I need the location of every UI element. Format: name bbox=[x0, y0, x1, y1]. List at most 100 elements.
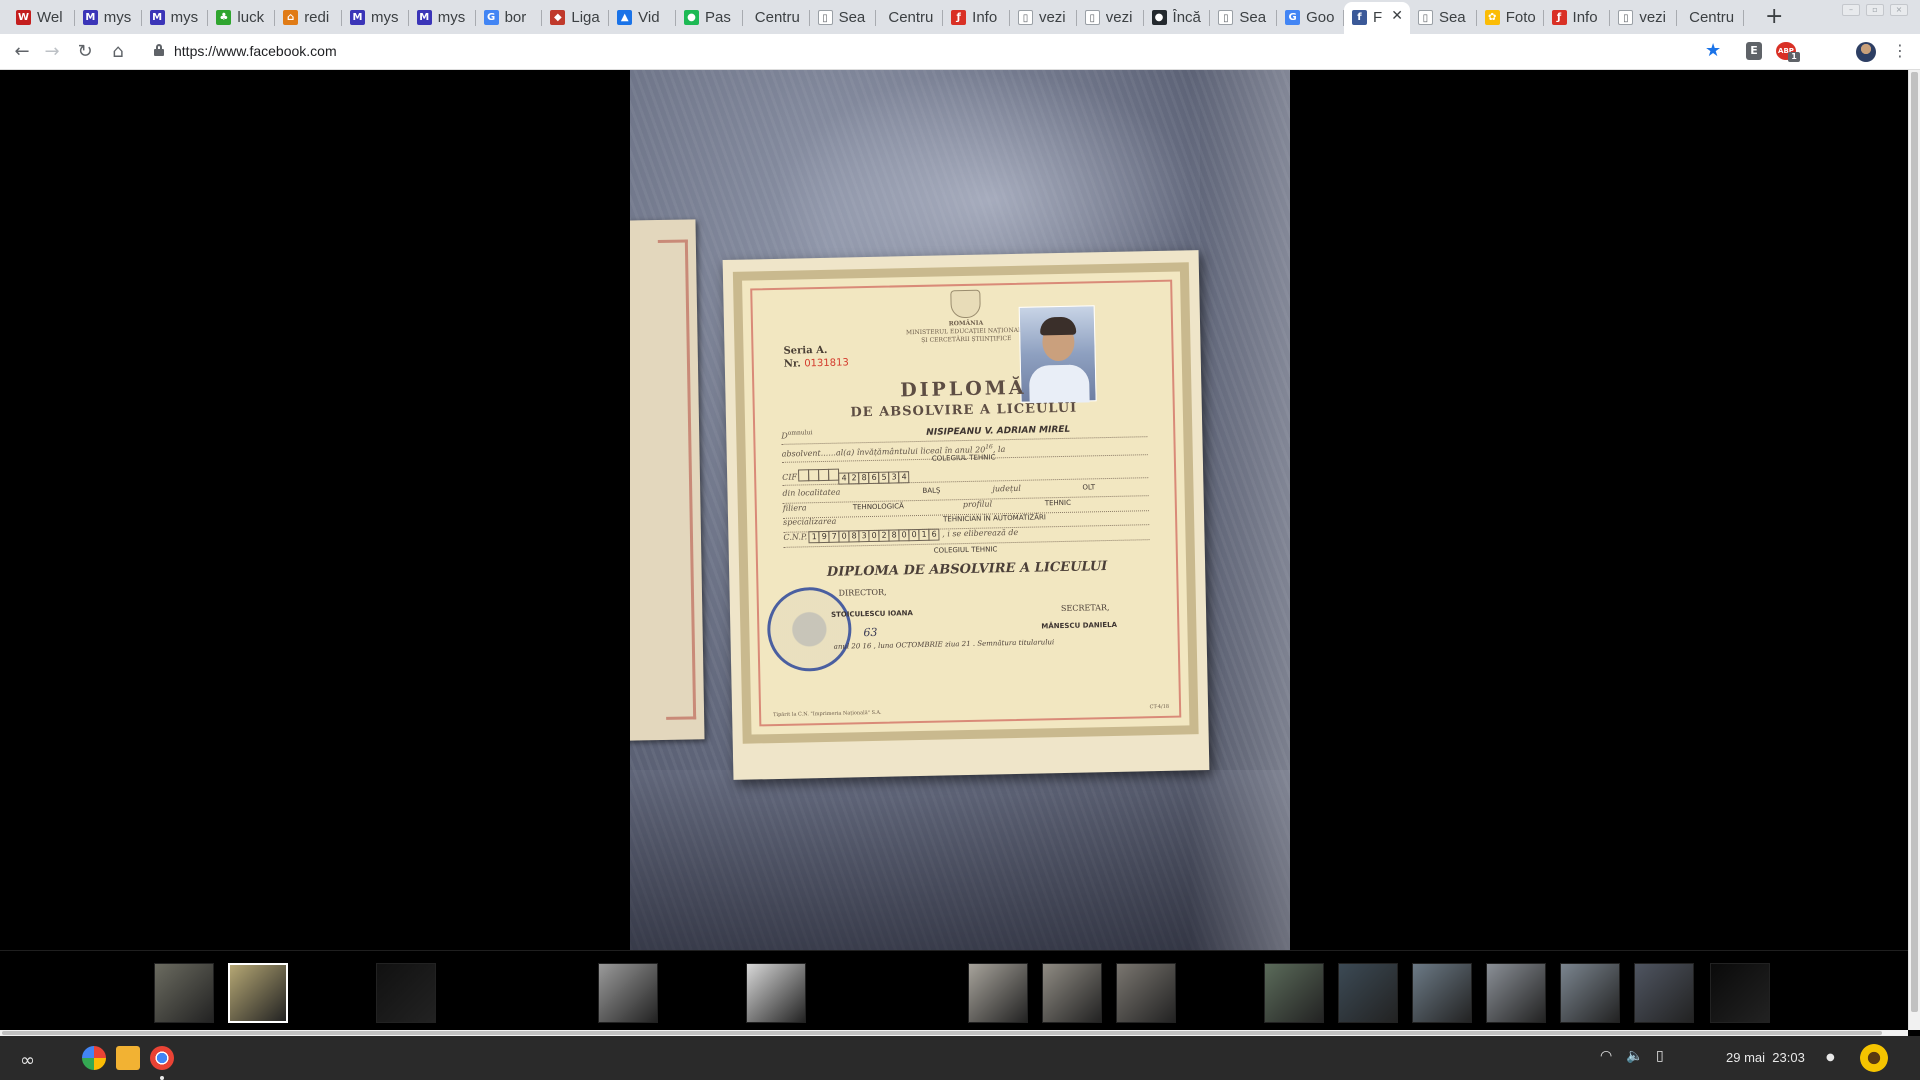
tab-13[interactable]: Centru bbox=[876, 2, 943, 32]
thumb-screenshot[interactable] bbox=[598, 963, 658, 1023]
tab-20[interactable]: f F ✕ bbox=[1343, 2, 1410, 34]
tab-title: vezi bbox=[1105, 9, 1133, 26]
tab-12[interactable]: ▯ Sea bbox=[810, 2, 877, 32]
lock-icon[interactable] bbox=[154, 44, 164, 56]
seria-block: Seria A. Nr. 0131813 bbox=[783, 343, 849, 370]
thumb-diploma-2[interactable] bbox=[228, 963, 288, 1023]
tab-6[interactable]: Mmys bbox=[409, 2, 476, 32]
launcher-icon[interactable]: ∞ bbox=[20, 1050, 35, 1071]
battery-icon[interactable]: ▯ bbox=[1656, 1048, 1664, 1064]
page-icon: ▯ bbox=[1218, 10, 1234, 25]
thumb-diploma-1[interactable] bbox=[154, 963, 214, 1023]
specializare-value: TEHNICIAN ÎN AUTOMATIZĂRI bbox=[943, 513, 1046, 524]
thumb-outdoor-5[interactable] bbox=[1560, 963, 1620, 1023]
thumb-white-page[interactable] bbox=[746, 963, 806, 1023]
notification-dot-icon[interactable]: ● bbox=[1826, 1052, 1835, 1063]
thumb-outdoor-6[interactable] bbox=[1634, 963, 1694, 1023]
tab-5[interactable]: Mmys bbox=[342, 2, 409, 32]
house-icon: ⌂ bbox=[283, 10, 299, 25]
tab-4[interactable]: ⌂ redi bbox=[275, 2, 342, 32]
thumb-outdoor-1[interactable] bbox=[1264, 963, 1324, 1023]
tab-title: redi bbox=[304, 9, 330, 26]
thumb-outdoor-3[interactable] bbox=[1412, 963, 1472, 1023]
tab-24[interactable]: ▯ vezi bbox=[1610, 2, 1677, 32]
tab-2[interactable]: Mmys bbox=[142, 2, 209, 32]
nr-label: Nr. bbox=[783, 358, 801, 370]
tab-23[interactable]: ƒ Info bbox=[1544, 2, 1611, 32]
bookmark-star-icon[interactable]: ★ bbox=[1705, 40, 1721, 61]
profil-value: TEHNIC bbox=[1044, 498, 1072, 508]
photo-filmstrip bbox=[0, 950, 1908, 1030]
vertical-scrollbar[interactable] bbox=[1908, 70, 1920, 1030]
tab-14[interactable]: ƒ Info bbox=[943, 2, 1010, 32]
date-line: anul 20 16 , luna OCTOMBRIE ziua 21 . Se… bbox=[833, 638, 1055, 651]
thumb-dark-1[interactable] bbox=[376, 963, 436, 1023]
tab-strip: W Wel Mmys Mmys ♣ luck ⌂ redi Mmys Mmys Gbor ◆ Liga ▲… bbox=[0, 0, 1920, 34]
tab-1[interactable]: Mmys bbox=[75, 2, 142, 32]
close-tab-icon[interactable]: ✕ bbox=[1391, 8, 1403, 24]
tab-3[interactable]: ♣ luck bbox=[208, 2, 275, 32]
secretar-name: MĂNESCU DANIELA bbox=[1041, 620, 1118, 631]
localitate-value: BALȘ bbox=[922, 486, 941, 495]
address-bar[interactable]: https://www.facebook.com bbox=[140, 38, 1760, 66]
tab-16[interactable]: ▯ vezi bbox=[1077, 2, 1144, 32]
tab-19[interactable]: G Goo bbox=[1277, 2, 1344, 32]
m-icon: M bbox=[416, 10, 432, 25]
tab-17[interactable]: ● Încă bbox=[1144, 2, 1211, 32]
tab-25[interactable]: Centru bbox=[1677, 2, 1744, 32]
evernote-extension-icon[interactable]: E bbox=[1746, 42, 1762, 60]
chrome-icon[interactable] bbox=[150, 1046, 174, 1070]
clock-date[interactable]: 29 mai bbox=[1726, 1050, 1765, 1065]
tab-title: Vid bbox=[638, 9, 660, 26]
user-avatar[interactable] bbox=[1860, 1044, 1888, 1072]
tab-22[interactable]: ✿ Foto bbox=[1477, 2, 1544, 32]
director-label: DIRECTOR, bbox=[838, 587, 887, 598]
tab-11[interactable]: Centru bbox=[743, 2, 810, 32]
judet-value: OLT bbox=[1082, 483, 1096, 492]
back-arrow-icon[interactable]: ← bbox=[10, 40, 34, 64]
home-icon[interactable]: ⌂ bbox=[106, 40, 130, 64]
tab-title: Sea bbox=[1438, 9, 1466, 26]
system-clock[interactable]: 29 mai 23:03 bbox=[1726, 1050, 1805, 1065]
tab-title: Pas bbox=[704, 9, 731, 26]
github-icon: ● bbox=[1151, 10, 1167, 25]
tab-15[interactable]: ▯ vezi bbox=[1010, 2, 1077, 32]
print-footer-code: CT-4/18 bbox=[1149, 703, 1170, 711]
tab-title: vezi bbox=[1639, 9, 1667, 26]
thumb-outdoor-4[interactable] bbox=[1486, 963, 1546, 1023]
tab-title: F bbox=[1372, 9, 1383, 26]
tab-title: Foto bbox=[1505, 9, 1536, 26]
page-icon: ▯ bbox=[1017, 10, 1033, 25]
tab-7[interactable]: Gbor bbox=[476, 2, 543, 32]
maximize-window-icon[interactable]: ▫ bbox=[1866, 4, 1884, 16]
thumb-dark-2[interactable] bbox=[1710, 963, 1770, 1023]
tab-8[interactable]: ◆ Liga bbox=[542, 2, 609, 32]
tab-21[interactable]: ▯ Sea bbox=[1410, 2, 1477, 32]
thumb-paper-1[interactable] bbox=[968, 963, 1028, 1023]
new-tab-button[interactable]: + bbox=[1765, 4, 1783, 29]
forward-arrow-icon[interactable]: → bbox=[40, 40, 64, 64]
thumb-paper-3[interactable] bbox=[1116, 963, 1176, 1023]
tab-18[interactable]: ▯ Sea bbox=[1210, 2, 1277, 32]
tab-0[interactable]: W Wel bbox=[8, 2, 75, 32]
photo-image[interactable]: ROMÂNIA MINISTERUL EDUCAȚIEI NAȚIONALE Ș… bbox=[630, 70, 1290, 950]
volume-icon[interactable]: 🔈 bbox=[1626, 1048, 1643, 1064]
reload-icon[interactable]: ↻ bbox=[73, 40, 97, 64]
facebook-icon: f bbox=[1351, 10, 1367, 25]
close-window-icon[interactable]: × bbox=[1890, 4, 1908, 16]
google-apps-icon[interactable] bbox=[82, 1046, 106, 1070]
browser-toolbar: ← → ↻ ⌂ https://www.facebook.com bbox=[0, 34, 1920, 70]
clover-icon: ♣ bbox=[216, 10, 232, 25]
menu-kebab-icon[interactable]: ⋮ bbox=[1892, 41, 1908, 60]
tab-9[interactable]: ▲ Vid bbox=[609, 2, 676, 32]
thumb-paper-2[interactable] bbox=[1042, 963, 1102, 1023]
minimize-window-icon[interactable]: – bbox=[1842, 4, 1860, 16]
clock-time[interactable]: 23:03 bbox=[1772, 1050, 1805, 1065]
wifi-icon[interactable]: ◠ bbox=[1600, 1048, 1612, 1064]
tab-10[interactable]: ● Pas bbox=[676, 2, 743, 32]
files-folder-icon[interactable] bbox=[116, 1046, 140, 1070]
thumb-outdoor-2[interactable] bbox=[1338, 963, 1398, 1023]
tab-title: vezi bbox=[1038, 9, 1066, 26]
url-text[interactable]: https://www.facebook.com bbox=[174, 43, 337, 59]
profile-avatar[interactable] bbox=[1856, 42, 1876, 62]
